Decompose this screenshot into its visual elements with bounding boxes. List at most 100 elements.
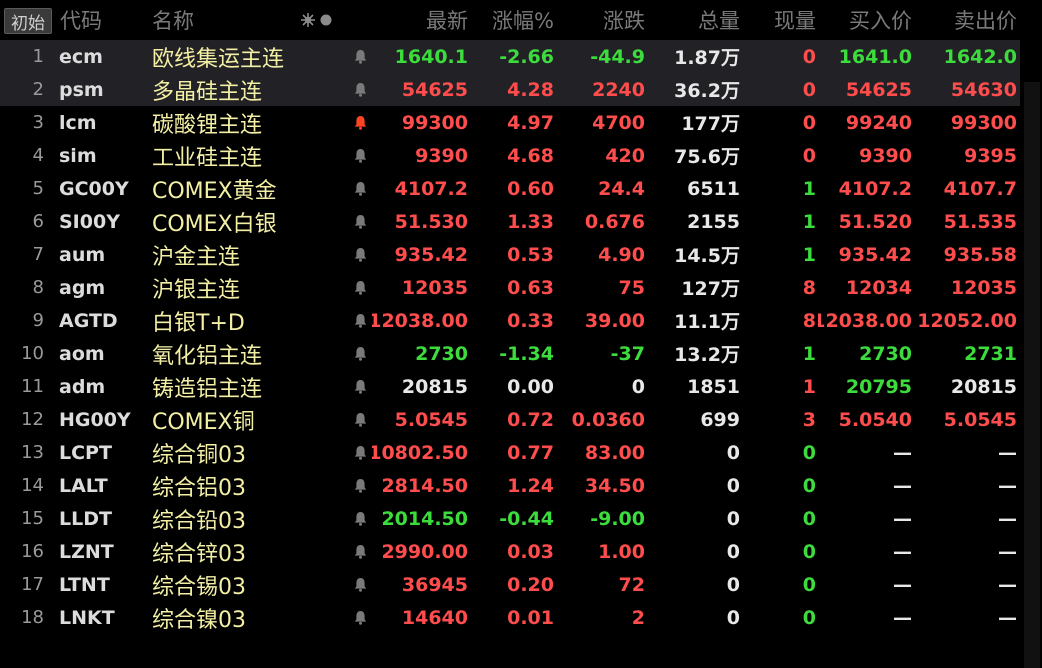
table-row[interactable]: 15 LLDT 综合铅03 2014.50 -0.44 -9.00 0 0 — — <box>0 502 1042 535</box>
symbol-code: LLDT <box>59 507 112 530</box>
table-row[interactable]: 7 aum 沪金主连 935.42 0.53 4.90 14.5万 1 935.42 935.58 <box>0 238 1042 271</box>
ask-price: 99300 <box>950 111 1017 134</box>
table-row[interactable]: 6 SI00Y COMEX白银 51.530 1.33 0.676 2155 1 51.520 5… <box>0 205 1042 238</box>
row-number: 10 <box>21 343 44 364</box>
settings-icon[interactable] <box>298 0 338 40</box>
total-volume: 0 <box>726 474 740 497</box>
column-header-vol[interactable]: 总量 <box>648 0 740 40</box>
column-header-cur[interactable]: 现量 <box>742 0 816 40</box>
bid-price: 935.42 <box>838 243 912 266</box>
row-number: 1 <box>32 46 44 67</box>
bid-price: — <box>893 573 912 596</box>
table-row[interactable]: 18 LNKT 综合镍03 14640 0.01 2 0 0 — — <box>0 601 1042 634</box>
total-volume: 699 <box>700 408 740 431</box>
table-header: 初始 代码 名称 最新 涨幅% 涨跌 总量 现量 买入价 卖出价 <box>0 0 1042 40</box>
table-row[interactable]: 17 LTNT 综合锡03 36945 0.20 72 0 0 — — <box>0 568 1042 601</box>
bell-icon[interactable] <box>350 73 370 106</box>
bell-icon[interactable] <box>350 502 370 535</box>
bell-icon[interactable] <box>350 436 370 469</box>
symbol-code: LCPT <box>59 441 112 464</box>
row-number: 11 <box>21 376 44 397</box>
symbol-name: 白银T+D <box>152 310 245 336</box>
symbol-name: 综合镍03 <box>152 607 246 633</box>
current-volume: 1 <box>802 342 816 365</box>
table-row[interactable]: 13 LCPT 综合铜03 10802.50 0.77 83.00 0 0 — — <box>0 436 1042 469</box>
table-row[interactable]: 5 GC00Y COMEX黄金 4107.2 0.60 24.4 6511 1 4107.2 41… <box>0 172 1042 205</box>
column-header-pct[interactable]: 涨幅% <box>470 0 554 40</box>
last-price: 4107.2 <box>394 177 468 200</box>
scrollbar-thumb[interactable] <box>1024 82 1040 668</box>
column-header-last[interactable]: 最新 <box>372 0 468 40</box>
current-volume: 0 <box>802 474 816 497</box>
row-number: 7 <box>32 244 44 265</box>
bell-icon[interactable] <box>350 205 370 238</box>
bid-price: — <box>893 507 912 530</box>
symbol-name: COMEX铜 <box>152 409 255 435</box>
symbol-name: 工业硅主连 <box>152 145 263 171</box>
last-price: 10802.50 <box>372 441 468 464</box>
symbol-code: HG00Y <box>59 408 131 431</box>
ask-price: — <box>998 474 1017 497</box>
bell-icon[interactable] <box>350 469 370 502</box>
table-row[interactable]: 4 sim 工业硅主连 9390 4.68 420 75.6万 0 9390 9395 <box>0 139 1042 172</box>
bell-icon[interactable] <box>350 535 370 568</box>
symbol-name: 氧化铝主连 <box>152 343 263 369</box>
bid-price: 54625 <box>845 78 912 101</box>
table-row[interactable]: 2 psm 多晶硅主连 54625 4.28 2240 36.2万 0 54625 54630 <box>0 73 1042 106</box>
bell-icon[interactable] <box>350 172 370 205</box>
bid-price: 20795 <box>845 375 912 398</box>
bell-icon[interactable] <box>350 304 370 337</box>
current-volume: 0 <box>802 45 816 68</box>
row-number: 18 <box>21 607 44 628</box>
last-price: 2990.00 <box>381 540 468 563</box>
column-header-code[interactable]: 代码 <box>60 0 140 40</box>
table-row[interactable]: 8 agm 沪银主连 12035 0.63 75 127万 8 12034 12035 <box>0 271 1042 304</box>
table-row[interactable]: 1 ecm 欧线集运主连 1640.1 -2.66 -44.9 1.87万 0 1641.0 16… <box>0 40 1042 73</box>
symbol-code: LTNT <box>59 573 110 596</box>
column-header-bid[interactable]: 买入价 <box>818 0 912 40</box>
symbol-name: 沪金主连 <box>152 244 241 270</box>
change-value: 75 <box>618 276 645 299</box>
current-volume: 0 <box>802 540 816 563</box>
table-row[interactable]: 10 aom 氧化铝主连 2730 -1.34 -37 13.2万 1 2730 2731 <box>0 337 1042 370</box>
bell-icon[interactable] <box>350 370 370 403</box>
bell-icon[interactable] <box>350 139 370 172</box>
last-price: 2014.50 <box>381 507 468 530</box>
total-volume: 36.2万 <box>674 80 740 102</box>
change-percent: 4.68 <box>507 144 554 167</box>
change-percent: 0.77 <box>507 441 554 464</box>
bell-icon[interactable] <box>350 601 370 634</box>
table-row[interactable]: 9 AGTD 白银T+D 12038.00 0.33 39.00 11.1万 8 12038.0… <box>0 304 1042 337</box>
ask-price: 12035 <box>950 276 1017 299</box>
bell-icon[interactable] <box>350 238 370 271</box>
bell-icon[interactable] <box>350 337 370 370</box>
change-percent: 4.28 <box>507 78 554 101</box>
row-number: 17 <box>21 574 44 595</box>
table-row[interactable]: 3 lcm 碳酸锂主连 99300 4.97 4700 177万 0 99240 99300 <box>0 106 1042 139</box>
symbol-code: LZNT <box>59 540 114 563</box>
current-volume: 0 <box>802 441 816 464</box>
change-percent: 1.24 <box>507 474 554 497</box>
column-header-chg[interactable]: 涨跌 <box>556 0 645 40</box>
ask-price: 12052.00 <box>917 309 1017 332</box>
table-row[interactable]: 14 LALT 综合铝03 2814.50 1.24 34.50 0 0 — — <box>0 469 1042 502</box>
vertical-scrollbar[interactable] <box>1020 40 1042 668</box>
bell-icon[interactable] <box>350 403 370 436</box>
change-value: -9.00 <box>590 507 645 530</box>
bell-icon[interactable] <box>350 271 370 304</box>
symbol-name: COMEX白银 <box>152 211 277 237</box>
bell-icon[interactable] <box>350 40 370 73</box>
column-header-ask[interactable]: 卖出价 <box>914 0 1017 40</box>
table-row[interactable]: 16 LZNT 综合锌03 2990.00 0.03 1.00 0 0 — — <box>0 535 1042 568</box>
last-price: 9390 <box>415 144 468 167</box>
symbol-name: 铸造铝主连 <box>152 376 263 402</box>
table-row[interactable]: 11 adm 铸造铝主连 20815 0.00 0 1851 1 20795 20815 <box>0 370 1042 403</box>
table-row[interactable]: 12 HG00Y COMEX铜 5.0545 0.72 0.0360 699 3 5.0540 5… <box>0 403 1042 436</box>
current-volume: 0 <box>802 573 816 596</box>
change-percent: 0.60 <box>507 177 554 200</box>
bell-icon[interactable] <box>350 106 370 139</box>
bell-icon[interactable] <box>350 568 370 601</box>
change-percent: 0.03 <box>507 540 554 563</box>
reset-button[interactable]: 初始 <box>4 8 52 34</box>
column-header-name[interactable]: 名称 <box>152 0 252 40</box>
